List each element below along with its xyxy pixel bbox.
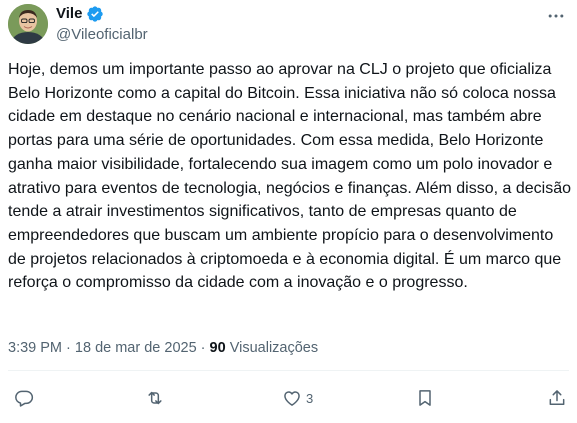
like-icon: [284, 391, 300, 406]
reply-button[interactable]: [14, 385, 34, 411]
author-handle[interactable]: @Vileoficialbr: [56, 25, 148, 45]
verified-badge-icon: [86, 5, 104, 23]
tweet-date[interactable]: 18 de mar de 2025: [75, 340, 197, 356]
reply-icon: [15, 390, 34, 407]
more-icon: [548, 14, 564, 18]
divider: [8, 370, 569, 371]
author-name[interactable]: Vile: [56, 4, 82, 24]
retweet-icon: [148, 391, 162, 405]
tweet-text: Hoje, demos um importante passo ao aprov…: [8, 61, 572, 292]
tweet-time[interactable]: 3:39 PM: [8, 340, 62, 356]
more-options-button[interactable]: [545, 6, 567, 26]
author-name-row: Vile: [56, 4, 104, 24]
avatar-image: [8, 4, 48, 44]
share-button[interactable]: [547, 385, 567, 411]
avatar[interactable]: [8, 4, 48, 44]
like-button[interactable]: 3: [282, 385, 313, 411]
bookmark-button[interactable]: [415, 385, 435, 411]
bookmark-icon: [419, 390, 431, 406]
meta-separator: ·: [200, 340, 206, 356]
share-icon: [549, 390, 565, 405]
meta-separator: ·: [66, 340, 71, 356]
views-label: Visualizações: [229, 340, 319, 356]
tweet-meta: 3:39 PM · 18 de mar de 2025 · 90 Visuali…: [8, 338, 318, 358]
action-bar: 3: [0, 385, 577, 411]
retweet-button[interactable]: [145, 385, 165, 411]
views-count: 90: [209, 340, 226, 356]
tweet-card: Vile @Vileoficialbr Hoje, demos um impor…: [0, 0, 577, 423]
like-count: 3: [306, 390, 314, 406]
